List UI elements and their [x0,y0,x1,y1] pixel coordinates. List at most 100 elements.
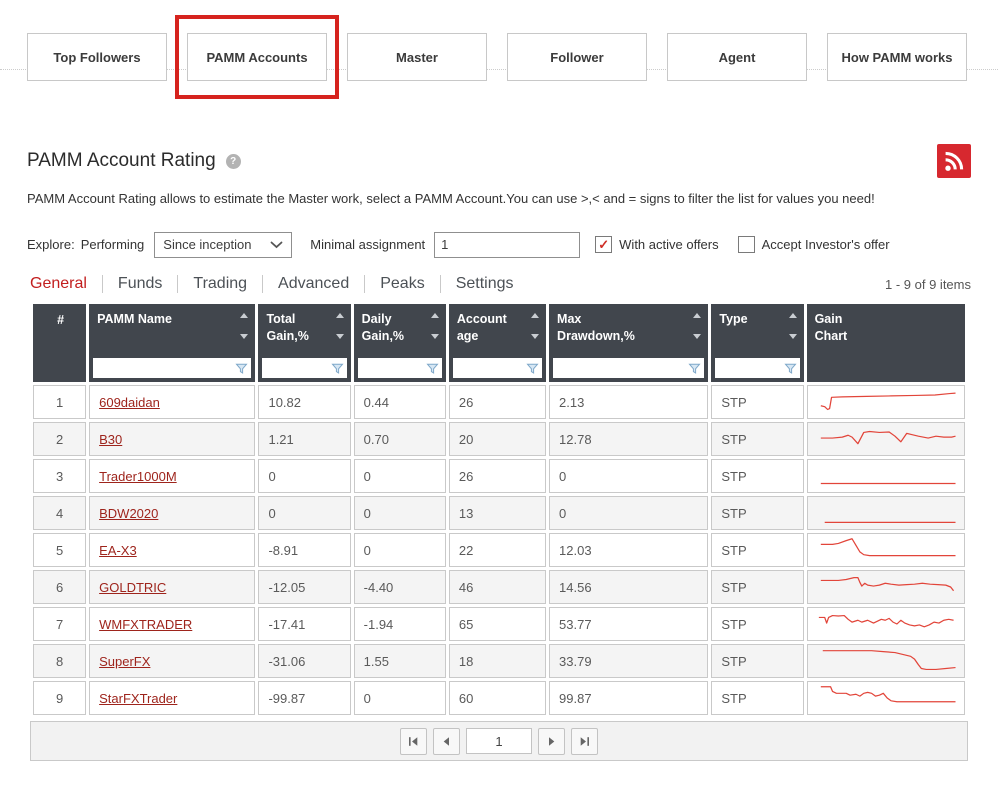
pamm-rating-table: # PAMM Name Total Gain,%Daily Gain,% Accoun… [30,301,968,718]
daily-gain-cell: 1.55 [354,644,446,678]
max-drawdown-cell: 53.77 [549,607,708,641]
minimal-assignment-input[interactable] [434,232,580,258]
pamm-name-cell: WMFXTRADER [89,607,255,641]
sort-asc-icon[interactable] [240,313,248,318]
sort-desc-icon[interactable] [240,334,248,339]
filter-box-max-drawdown [553,358,704,378]
sort-arrows[interactable] [693,313,701,339]
filter-funnel-icon[interactable] [784,362,797,375]
table-row: 4BDW202000130STP [33,496,965,530]
pamm-name-link[interactable]: StarFXTrader [99,691,177,706]
table-row: 8SuperFX-31.061.551833.79STP [33,644,965,678]
column-header-max-drawdown[interactable]: Max Drawdown,% [549,304,708,382]
tab-funds[interactable]: Funds [102,275,162,293]
daily-gain-cell: -1.94 [354,607,446,641]
account-age-filter-input[interactable] [455,361,526,375]
table-row: 9StarFXTrader-99.8706099.87STP [33,681,965,715]
column-header-num: # [33,304,86,382]
nav-follower-button[interactable]: Follower [507,33,647,81]
next-page-button[interactable] [538,728,565,755]
nav-pamm-accounts-button[interactable]: PAMM Accounts [187,33,327,81]
nav-master-button[interactable]: Master [347,33,487,81]
daily-gain-cell: 0.70 [354,422,446,456]
page-number-input[interactable] [466,728,532,754]
filter-funnel-icon[interactable] [235,362,248,375]
filter-funnel-icon[interactable] [526,362,539,375]
max-drawdown-cell: 33.79 [549,644,708,678]
tab-peaks[interactable]: Peaks [364,275,424,293]
pamm-name-link[interactable]: BDW2020 [99,506,158,521]
sort-arrows[interactable] [431,313,439,339]
pamm-name-cell: B30 [89,422,255,456]
sort-desc-icon[interactable] [531,334,539,339]
max-drawdown-filter-input[interactable] [555,361,688,375]
pamm-name-link[interactable]: WMFXTRADER [99,617,192,632]
daily-gain-cell: 0 [354,459,446,493]
max-drawdown-cell: 14.56 [549,570,708,604]
accept-investors-offer-checkbox[interactable] [738,236,755,253]
sort-asc-icon[interactable] [531,313,539,318]
column-header-pamm-name[interactable]: PAMM Name [89,304,255,382]
tab-general[interactable]: General [30,275,87,293]
pamm-name-link[interactable]: GOLDTRIC [99,580,166,595]
pamm-name-link[interactable]: EA-X3 [99,543,137,558]
tab-settings[interactable]: Settings [440,275,514,293]
type-cell: STP [711,459,803,493]
pamm-name-link[interactable]: 609daidan [99,395,160,410]
sort-arrows[interactable] [789,313,797,339]
row-number-cell: 9 [33,681,86,715]
pamm-name-filter-input[interactable] [95,361,235,375]
sort-desc-icon[interactable] [336,334,344,339]
filter-funnel-icon[interactable] [331,362,344,375]
tab-trading[interactable]: Trading [177,275,247,293]
rss-icon[interactable] [937,144,971,178]
pamm-name-link[interactable]: B30 [99,432,122,447]
tab-advanced[interactable]: Advanced [262,275,349,293]
pamm-name-link[interactable]: Trader1000M [99,469,177,484]
row-number-cell: 7 [33,607,86,641]
column-header-account-age[interactable]: Account age [449,304,546,382]
sort-asc-icon[interactable] [336,313,344,318]
filter-row: Explore: Performing Since inception Mini… [27,231,971,258]
last-page-button[interactable] [571,728,598,755]
period-select[interactable]: Since inception [154,232,292,258]
pamm-name-cell: 609daidan [89,385,255,419]
sort-desc-icon[interactable] [431,334,439,339]
gain-chart-cell [807,422,965,456]
total-gain-filter-input[interactable] [264,361,330,375]
gain-sparkline [813,387,959,417]
sort-arrows[interactable] [531,313,539,339]
account-age-cell: 20 [449,422,546,456]
sort-arrows[interactable] [336,313,344,339]
filter-funnel-icon[interactable] [688,362,701,375]
nav-how-pamm-works-button[interactable]: How PAMM works [827,33,967,81]
help-icon[interactable]: ? [226,154,241,169]
sort-arrows[interactable] [240,313,248,339]
nav-top-followers-button[interactable]: Top Followers [27,33,167,81]
column-header-daily-gain[interactable]: Daily Gain,% [354,304,446,382]
sort-asc-icon[interactable] [789,313,797,318]
first-page-button[interactable] [400,728,427,755]
sort-desc-icon[interactable] [693,334,701,339]
account-age-cell: 65 [449,607,546,641]
type-cell: STP [711,385,803,419]
page-title: PAMM Account Rating [27,150,216,172]
nav-agent-button[interactable]: Agent [667,33,807,81]
prev-page-button[interactable] [433,728,460,755]
daily-gain-filter-input[interactable] [360,361,426,375]
sort-desc-icon[interactable] [789,334,797,339]
column-label-pamm-name: PAMM Name [97,311,249,328]
column-header-type[interactable]: Type [711,304,803,382]
gain-sparkline [813,535,959,565]
column-header-total-gain[interactable]: Total Gain,% [258,304,350,382]
sort-asc-icon[interactable] [693,313,701,318]
table-row: 5EA-X3-8.9102212.03STP [33,533,965,567]
sort-asc-icon[interactable] [431,313,439,318]
pamm-name-link[interactable]: SuperFX [99,654,150,669]
column-label-account-age: Account age [457,311,540,345]
with-active-offers-checkbox[interactable]: ✓ [595,236,612,253]
total-gain-cell: 0 [258,496,350,530]
filter-funnel-icon[interactable] [426,362,439,375]
max-drawdown-cell: 12.78 [549,422,708,456]
type-filter-input[interactable] [717,361,783,375]
